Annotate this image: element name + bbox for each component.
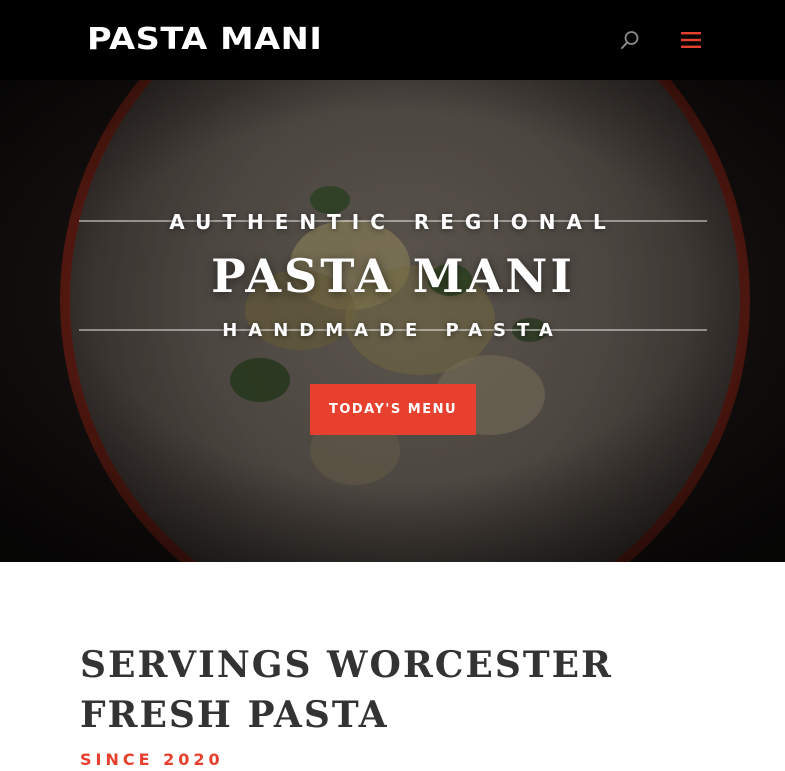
hero-subtitle: HANDMADE PASTA [222,320,564,341]
hero-title: PASTA MANI [211,249,575,303]
hero-section: AUTHENTIC REGIONAL PASTA MANI HANDMADE P… [0,80,785,562]
hamburger-menu-icon[interactable] [680,30,702,50]
search-icon[interactable] [620,30,640,50]
hero-kicker: AUTHENTIC REGIONAL [169,210,617,234]
site-header: PASTA MANI [0,0,785,80]
section-heading-line-1: SERVINGS WORCESTER [80,644,613,686]
todays-menu-button[interactable]: TODAY'S MENU [310,384,476,435]
section-heading-line-2: FRESH PASTA [80,694,389,736]
section-heading: SERVINGS WORCESTER FRESH PASTA [80,640,720,740]
since-label: SINCE 2020 [80,750,224,769]
site-logo[interactable]: PASTA MANI [87,21,322,59]
